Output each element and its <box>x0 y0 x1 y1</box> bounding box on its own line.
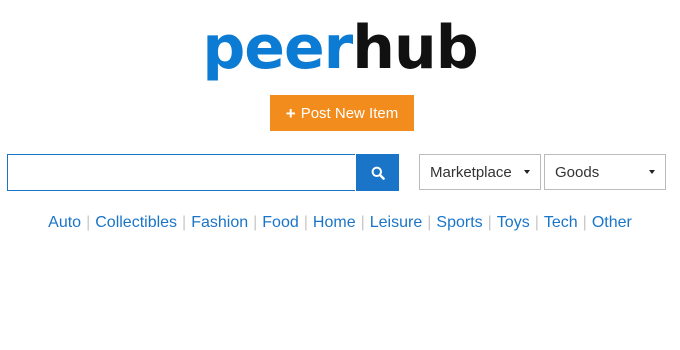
category-link-tech[interactable]: Tech <box>544 214 578 231</box>
search-icon <box>371 166 385 180</box>
category-link-food[interactable]: Food <box>262 214 298 231</box>
category-link-other[interactable]: Other <box>592 214 632 231</box>
caret-down-icon <box>649 170 655 174</box>
site-logo[interactable]: peerhub <box>0 6 680 90</box>
category-link-collectibles[interactable]: Collectibles <box>95 214 177 231</box>
divider: | <box>86 214 91 231</box>
divider: | <box>582 214 587 231</box>
divider: | <box>534 214 539 231</box>
marketplace-dropdown[interactable]: Marketplace <box>419 154 541 190</box>
logo-text-peer: peer <box>202 13 353 83</box>
category-link-sports[interactable]: Sports <box>436 214 482 231</box>
post-new-item-label: Post New Item <box>300 104 399 122</box>
category-link-fashion[interactable]: Fashion <box>191 214 248 231</box>
search-input[interactable] <box>7 154 355 191</box>
divider: | <box>487 214 492 231</box>
caret-down-icon <box>524 170 530 174</box>
category-link-home[interactable]: Home <box>313 214 356 231</box>
logo-text-hub: hub <box>352 13 478 83</box>
divider: | <box>182 214 187 231</box>
category-link-toys[interactable]: Toys <box>497 214 530 231</box>
post-new-item-button[interactable]: + Post New Item <box>270 95 414 131</box>
divider: | <box>427 214 432 231</box>
divider: | <box>360 214 365 231</box>
category-link-leisure[interactable]: Leisure <box>370 214 422 231</box>
goods-dropdown[interactable]: Goods <box>544 154 666 190</box>
goods-selected-value: Goods <box>555 163 600 181</box>
category-links: Auto | Collectibles | Fashion | Food | Home | Leis… <box>0 212 680 234</box>
plus-icon: + <box>285 103 296 123</box>
search-button[interactable] <box>356 154 399 191</box>
marketplace-selected-value: Marketplace <box>430 163 512 181</box>
category-link-auto[interactable]: Auto <box>48 214 81 231</box>
divider: | <box>303 214 308 231</box>
divider: | <box>253 214 258 231</box>
